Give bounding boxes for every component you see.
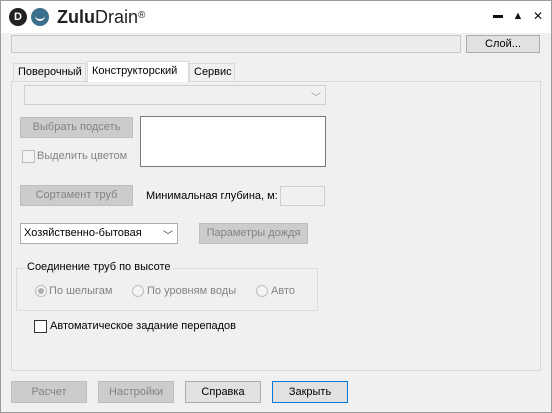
layer-button[interactable]: Слой... [466,35,540,53]
highlight-color-checkbox[interactable] [22,150,35,163]
tab-panel-konstruktorsky: ﹀ Выбрать подсеть Выделить цветом Сортам… [11,81,541,371]
pipe-range-button[interactable]: Сортамент труб [20,185,133,206]
close-icon[interactable]: ✕ [529,7,547,25]
drain-logo-icon [31,8,49,26]
radio-auto-label: Авто [271,285,295,297]
radio-by-water-level[interactable] [132,285,144,297]
chevron-down-icon: ﹀ [163,231,173,242]
app-title: ZuluDrain® [57,6,145,28]
settings-button[interactable]: Настройки [98,381,174,403]
brand-regular: Drain [95,7,139,27]
network-combo[interactable]: ﹀ [24,85,326,105]
brand-bold: Zulu [57,7,95,27]
connection-groupbox: Соединение труб по высоте По шелыгам По … [16,261,318,311]
calc-button[interactable]: Расчет [11,381,87,403]
tab-konstruktorsky[interactable]: Конструкторский [87,61,189,82]
tab-poverochny[interactable]: Поверочный [13,63,86,81]
rain-params-button[interactable]: Параметры дождя [199,223,308,244]
maximize-icon[interactable]: ▲ [509,7,527,25]
radio-by-crown-label: По шелыгам [49,285,113,297]
sewer-type-combo[interactable]: Хозяйственно-бытовая ﹀ [20,223,178,244]
zuludrain-window: D ZuluDrain® ▬ ▲ ✕ Слой... Поверочный Ко… [0,0,552,413]
connection-group-title: Соединение труб по высоте [25,261,173,273]
highlight-color-label: Выделить цветом [37,150,128,162]
layer-field [11,35,461,53]
radio-by-crown[interactable] [35,285,47,297]
sewer-type-value: Хозяйственно-бытовая [24,227,142,239]
minimize-icon[interactable]: ▬ [489,7,507,25]
help-button[interactable]: Справка [185,381,261,403]
radio-auto[interactable] [256,285,268,297]
min-depth-input[interactable] [280,186,325,206]
tab-servis[interactable]: Сервис [189,63,235,81]
subnet-list-box[interactable] [140,116,326,167]
radio-by-water-level-label: По уровням воды [147,285,237,297]
trademark-sign: ® [138,10,146,21]
auto-drops-checkbox[interactable] [34,320,47,333]
auto-drops-label: Автоматическое задание перепадов [50,320,237,332]
title-bar: D ZuluDrain® ▬ ▲ ✕ [1,1,551,33]
chevron-down-icon: ﹀ [311,93,321,104]
select-subnet-button[interactable]: Выбрать подсеть [20,117,133,138]
min-depth-label: Минимальная глубина, м: [146,190,278,202]
app-logo-icon: D [9,8,27,26]
close-button[interactable]: Закрыть [272,381,348,403]
